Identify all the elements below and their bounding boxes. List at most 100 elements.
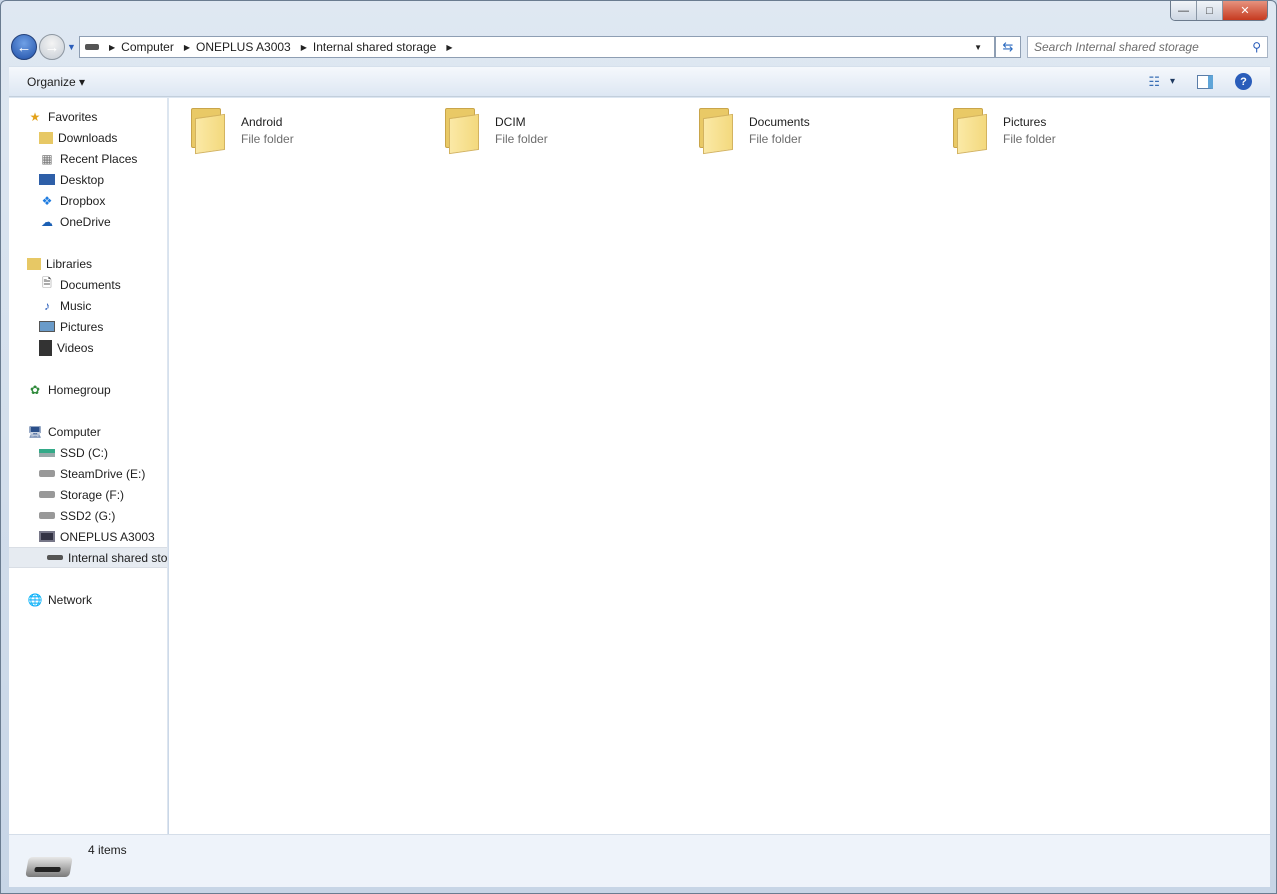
folder-item[interactable]: DCIM File folder [423,106,663,155]
refresh-button[interactable]: ⇆ [995,36,1021,58]
folder-type: File folder [1003,132,1056,146]
forward-button[interactable]: → [39,34,65,60]
computer-icon: 🖥 [27,424,43,439]
sidebar-item-storage-f[interactable]: Storage (F:) [9,484,167,505]
documents-icon: 🗎 [42,276,52,290]
sidebar-label: Internal shared sto [68,550,168,565]
folder-icon [697,106,737,155]
sidebar-label: Computer [48,424,101,439]
sidebar-label: SSD2 (G:) [60,508,116,523]
sidebar-item-pictures[interactable]: Pictures [9,316,167,337]
folder-name: Documents [749,115,810,129]
address-dropdown-icon[interactable]: ▼ [968,43,988,52]
folder-icon [951,106,991,155]
recent-places-icon: ▦ [41,151,53,166]
folder-name: Pictures [1003,115,1047,129]
organize-button[interactable]: Organize ▾ [27,75,85,89]
folder-icon [443,106,483,155]
sidebar-label: Libraries [46,256,93,271]
folder-icon [189,106,229,155]
sidebar-favorites[interactable]: ★ Favorites [9,106,167,127]
search-placeholder: Search Internal shared storage [1034,40,1199,54]
system-drive-icon [39,448,55,457]
sidebar-item-music[interactable]: ♪ Music [9,295,167,316]
sidebar-item-dropbox[interactable]: ❖ Dropbox [9,190,167,211]
sidebar-label: Dropbox [60,193,106,208]
back-button[interactable]: ← [11,34,37,60]
drive-icon [39,512,55,519]
breadcrumb-arrow-icon[interactable]: ▶ [301,43,307,52]
sidebar-item-ssd-c[interactable]: SSD (C:) [9,442,167,463]
change-view-button[interactable]: ☷ ▾ [1148,74,1175,90]
music-icon: ♪ [44,298,50,313]
phone-device-icon [39,531,55,542]
sidebar-label: ONEPLUS A3003 [60,529,155,544]
minimize-button[interactable]: — [1171,1,1197,20]
close-button[interactable]: ✕ [1223,1,1267,20]
folder-item[interactable]: Pictures File folder [931,106,1171,155]
storage-icon [47,555,63,560]
folder-name: Android [241,115,283,129]
homegroup-icon: ✿ [29,382,41,397]
sidebar-label: Downloads [58,130,118,145]
maximize-button[interactable]: □ [1197,1,1223,20]
sidebar-label: Music [60,298,92,313]
videos-icon [39,339,52,356]
folder-type: File folder [749,132,802,146]
sidebar-label: Documents [60,277,121,292]
sidebar-label: Videos [57,340,94,355]
sidebar-item-recent-places[interactable]: ▦ Recent Places [9,148,167,169]
sidebar-network[interactable]: 🌐 Network [9,589,167,610]
sidebar-item-oneplus[interactable]: ONEPLUS A3003 [9,526,167,547]
sidebar-computer[interactable]: 🖥 Computer [9,421,167,442]
preview-pane-button[interactable] [1197,74,1213,89]
sidebar-item-videos[interactable]: Videos [9,337,167,358]
onedrive-icon: ☁ [41,214,53,229]
folder-type: File folder [495,132,548,146]
file-list: Android File folder DCIM File folder Docum… [169,98,1270,834]
drive-icon [39,491,55,498]
breadcrumb-internal-storage[interactable]: Internal shared storage [313,40,436,54]
network-icon: 🌐 [27,592,43,607]
removable-drive-icon [25,857,73,877]
breadcrumb-arrow-icon[interactable]: ▶ [109,43,115,52]
sidebar-item-documents[interactable]: 🗎 Documents [9,274,167,295]
sidebar-item-steamdrive-e[interactable]: SteamDrive (E:) [9,463,167,484]
breadcrumb-oneplus[interactable]: ONEPLUS A3003 [196,40,291,54]
window-controls: — □ ✕ [1170,1,1268,21]
drive-icon [85,44,99,50]
sidebar-label: OneDrive [60,214,111,229]
sidebar-label: Homegroup [48,382,111,397]
address-bar[interactable]: ▶ Computer ▶ ONEPLUS A3003 ▶ Internal sh… [79,36,995,58]
view-dropdown-icon: ▾ [1169,76,1175,87]
sidebar-item-onedrive[interactable]: ☁ OneDrive [9,211,167,232]
sidebar-item-ssd2-g[interactable]: SSD2 (G:) [9,505,167,526]
sidebar-item-desktop[interactable]: Desktop [9,169,167,190]
sidebar-item-internal-storage[interactable]: Internal shared sto [9,547,167,568]
details-pane: 4 items [9,834,1270,887]
search-icon[interactable]: ⚲ [1252,40,1261,54]
sidebar-label: Recent Places [60,151,138,166]
breadcrumb-arrow-icon[interactable]: ▶ [446,43,452,52]
navigation-buttons: ← → ▼ [11,34,76,60]
sidebar-label: Storage (F:) [60,487,125,502]
recent-pages-dropdown-icon[interactable]: ▼ [67,42,76,52]
breadcrumb-computer[interactable]: Computer [121,40,174,54]
help-button[interactable]: ? [1235,73,1252,90]
explorer-window: — □ ✕ ← → ▼ ▶ Computer ▶ ONEPLUS A3003 ▶… [0,0,1277,894]
desktop-icon [39,174,55,185]
sidebar-homegroup[interactable]: ✿ Homegroup [9,379,167,400]
sidebar-label: Desktop [60,172,105,187]
item-count: 4 items [88,843,127,857]
command-bar: Organize ▾ ☷ ▾ ? [9,66,1270,97]
search-input[interactable]: Search Internal shared storage ⚲ [1027,36,1268,58]
breadcrumb-arrow-icon[interactable]: ▶ [184,43,190,52]
sidebar-label: Network [48,592,93,607]
sidebar-label: SSD (C:) [60,445,108,460]
folder-item[interactable]: Documents File folder [677,106,917,155]
folder-item[interactable]: Android File folder [169,106,409,155]
sidebar-label: Pictures [60,319,104,334]
sidebar-libraries[interactable]: Libraries [9,253,167,274]
folder-name: DCIM [495,115,526,129]
sidebar-item-downloads[interactable]: Downloads [9,127,167,148]
